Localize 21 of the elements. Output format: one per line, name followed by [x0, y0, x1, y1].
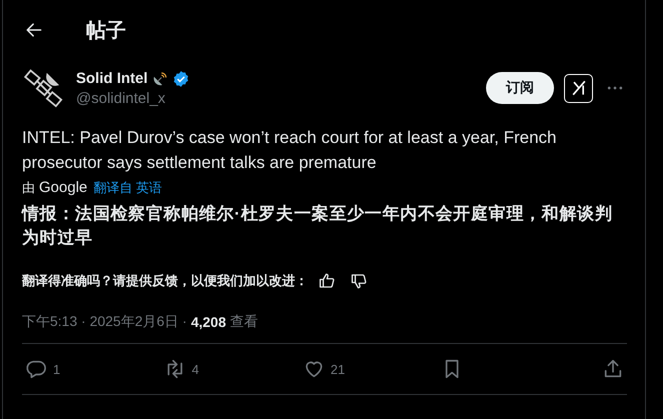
tweet-text: INTEL: Pavel Durov’s case won’t reach court for at least a year, French prosecutor says settlement talks are premature	[22, 127, 558, 174]
translated-from-link[interactable]: 翻译自 英语	[93, 179, 162, 197]
view-count: 4,208	[190, 314, 226, 330]
action-count: 4	[192, 362, 199, 376]
share-icon[interactable]	[602, 358, 624, 380]
satellite-icon	[24, 68, 64, 108]
thumbs-down-icon[interactable]	[350, 272, 368, 290]
google-logo: Google	[39, 179, 88, 196]
thumbs-up-icon[interactable]	[318, 272, 336, 290]
action-count: 21	[330, 362, 345, 376]
reply-icon[interactable]	[25, 358, 47, 380]
feedback-prompt: 翻译得准确吗？请提供反馈，以便我们加以改进：	[22, 272, 308, 290]
author-handle[interactable]: @solidintel_x	[76, 90, 486, 106]
page-title: 帖子	[86, 18, 126, 44]
post-timestamp[interactable]: 下午5:13 · 2025年2月6日 ·	[22, 313, 187, 331]
action-count: 1	[53, 362, 60, 376]
views-label: 查看	[230, 313, 258, 331]
translated-text: 情报：法国检察官称帕维尔·杜罗夫一案至少一年内不会开庭审理，和解谈判为时过早	[22, 203, 614, 249]
subscribe-button[interactable]: 订阅	[486, 72, 554, 104]
translated-by-label: 由	[22, 179, 35, 197]
author-name[interactable]: Solid Intel	[76, 70, 148, 87]
